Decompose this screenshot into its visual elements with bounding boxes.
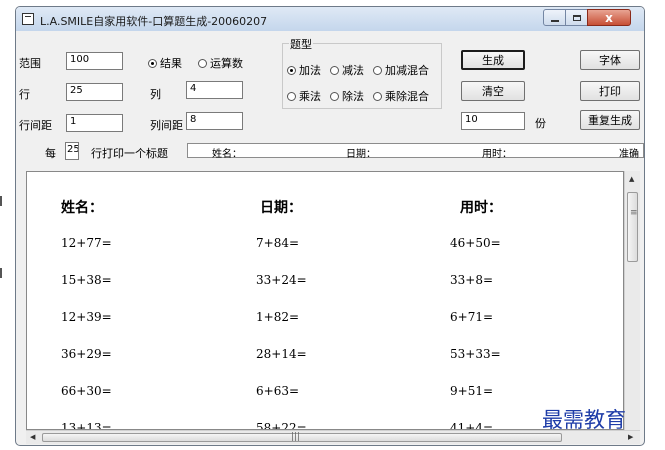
rows-input[interactable]: 25 [66, 83, 123, 101]
problem-cell: 9+51= [450, 384, 494, 398]
title-every-input[interactable]: 25 [65, 142, 79, 160]
problem-type-legend: 题型 [289, 36, 313, 52]
type-option-label: 乘除混合 [385, 90, 429, 103]
mode-operand-radio[interactable]: 运算数 [198, 55, 243, 71]
radio-unchecked-icon [373, 91, 382, 101]
template-time: 用时： [482, 149, 512, 160]
problem-cell: 1+82= [256, 310, 300, 324]
problem-cell: 36+29= [61, 347, 112, 361]
print-button[interactable]: 打印 [580, 81, 640, 101]
close-button[interactable]: x [587, 9, 631, 26]
scroll-right-icon[interactable]: ▶ [628, 433, 633, 441]
sheet-header-time: 用时： [460, 200, 502, 216]
problem-cell: 12+77= [61, 236, 112, 250]
watermark-text: 最需教育 [542, 408, 626, 432]
app-window: L.A.SMILE自家用软件-口算题生成-20060207 x 范围 100 行… [15, 6, 645, 446]
problem-cell: 46+50= [450, 236, 501, 250]
title-bar: L.A.SMILE自家用软件-口算题生成-20060207 x [16, 7, 644, 31]
col-spacing-label: 列间距 [150, 119, 183, 132]
vertical-scroll-thumb[interactable] [627, 192, 638, 262]
rows-label: 行 [19, 88, 30, 101]
horizontal-scroll-thumb[interactable]: ||| [42, 432, 562, 442]
copies-input[interactable]: 10 [461, 112, 525, 130]
title-template-input[interactable]: 姓名： 日期： 用时： 准确 [187, 143, 644, 160]
minimize-icon [550, 19, 559, 22]
grip-icon: ≡ [630, 208, 638, 218]
problem-cell: 33+8= [450, 273, 494, 287]
type-option-label: 除法 [342, 90, 364, 103]
radio-checked-icon [287, 65, 296, 75]
type-add-sub-mixed-radio[interactable]: 加减混合 [373, 62, 429, 78]
template-date: 日期： [346, 149, 376, 160]
edge-mark [0, 268, 2, 278]
row-spacing-input[interactable]: 1 [66, 114, 123, 132]
template-extra: 准确 [619, 149, 639, 160]
col-spacing-input[interactable]: 8 [186, 112, 243, 130]
generate-button[interactable]: 生成 [461, 50, 525, 70]
radio-unchecked-icon [287, 91, 296, 101]
type-division-radio[interactable]: 除法 [330, 88, 364, 104]
type-subtraction-radio[interactable]: 减法 [330, 62, 364, 78]
grip-icon: ||| [291, 432, 301, 442]
problem-cell: 41+4= [450, 421, 494, 430]
problem-cell: 13+13= [61, 421, 112, 430]
scroll-left-icon[interactable]: ◀ [30, 433, 35, 441]
mode-result-radio[interactable]: 结果 [148, 55, 182, 71]
window-title: L.A.SMILE自家用软件-口算题生成-20060207 [40, 15, 268, 28]
type-option-label: 加减混合 [385, 64, 429, 77]
cols-input[interactable]: 4 [186, 81, 243, 99]
regenerate-button[interactable]: 重复生成 [580, 110, 640, 130]
app-icon [22, 13, 34, 25]
title-every-prefix: 每 [45, 147, 56, 160]
mode-operand-label: 运算数 [210, 57, 243, 70]
scroll-up-icon[interactable]: ▲ [629, 175, 634, 183]
problem-cell: 53+33= [450, 347, 501, 361]
maximize-button[interactable] [565, 9, 588, 26]
range-label: 范围 [19, 57, 41, 70]
problem-cell: 6+63= [256, 384, 300, 398]
problem-cell: 15+38= [61, 273, 112, 287]
range-input[interactable]: 100 [66, 52, 123, 70]
radio-unchecked-icon [330, 65, 339, 75]
close-icon: x [605, 10, 613, 25]
sheet-header-name: 姓名： [61, 200, 103, 216]
minimize-button[interactable] [543, 9, 566, 26]
worksheet-preview: 姓名： 日期： 用时： 12+77= 7+84= 46+50= 15+38= 3… [26, 171, 624, 430]
type-addition-radio[interactable]: 加法 [287, 62, 321, 78]
type-option-label: 减法 [342, 64, 364, 77]
template-name: 姓名： [212, 149, 242, 160]
clear-button[interactable]: 清空 [461, 81, 525, 101]
title-every-suffix: 行打印一个标题 [91, 147, 168, 160]
problem-cell: 33+24= [256, 273, 307, 287]
problem-cell: 28+14= [256, 347, 307, 361]
radio-checked-icon [148, 58, 157, 68]
cols-label: 列 [150, 88, 161, 101]
font-button[interactable]: 字体 [580, 50, 640, 70]
radio-unchecked-icon [330, 91, 339, 101]
type-mul-div-mixed-radio[interactable]: 乘除混合 [373, 88, 429, 104]
edge-mark [0, 196, 2, 206]
radio-unchecked-icon [198, 58, 207, 68]
mode-result-label: 结果 [160, 57, 182, 70]
problem-type-group: 题型 加法 减法 加减混合 乘法 除法 乘除混合 [282, 36, 442, 109]
type-option-label: 加法 [299, 64, 321, 77]
problem-cell: 58+22= [256, 421, 307, 430]
type-multiplication-radio[interactable]: 乘法 [287, 88, 321, 104]
type-option-label: 乘法 [299, 90, 321, 103]
problem-cell: 66+30= [61, 384, 112, 398]
copies-unit: 份 [535, 117, 546, 130]
maximize-icon [572, 14, 581, 21]
radio-unchecked-icon [373, 65, 382, 75]
problem-cell: 6+71= [450, 310, 494, 324]
problem-cell: 12+39= [61, 310, 112, 324]
vertical-scrollbar[interactable]: ▲ ≡ [624, 171, 640, 430]
problem-cell: 7+84= [256, 236, 300, 250]
row-spacing-label: 行间距 [19, 119, 52, 132]
sheet-header-date: 日期： [260, 200, 302, 216]
